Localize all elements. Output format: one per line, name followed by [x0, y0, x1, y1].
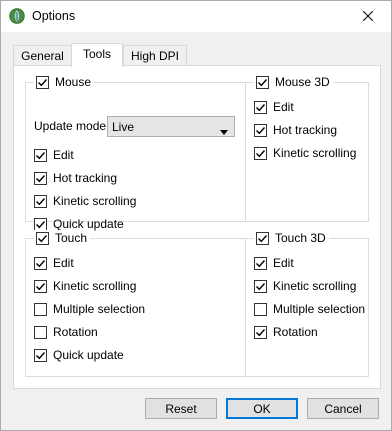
touch-multiple-selection-checkbox[interactable] [34, 302, 47, 316]
touch-3d-multiple-selection-checkbox[interactable] [254, 302, 267, 316]
touch-multiple-selection-option[interactable]: Multiple selection [34, 301, 145, 317]
tab-general-label: General [21, 49, 64, 63]
touch-3d-label: Touch 3D [275, 231, 326, 245]
mouse-quick-update-label: Quick update [53, 217, 124, 231]
mouse-checkbox[interactable] [36, 75, 49, 89]
mouse-hot-tracking-checkbox[interactable] [34, 171, 47, 185]
mouse-3d-checkbox[interactable] [256, 75, 269, 89]
touch-kinetic-scrolling-label: Kinetic scrolling [53, 279, 137, 293]
touch-quick-update-option[interactable]: Quick update [34, 347, 124, 363]
mouse-group: Mouse Update mode: Live Edit Hot trackin… [25, 74, 246, 231]
mouse-3d-group: Mouse 3D Edit Hot tracking Kinetic scrol… [245, 74, 369, 222]
touch-3d-edit-label: Edit [273, 256, 294, 270]
mouse-edit-label: Edit [53, 148, 74, 162]
touch-group: Touch Edit Kinetic scrolling Multiple se… [25, 230, 246, 377]
close-button[interactable] [345, 1, 391, 32]
touch-multiple-selection-label: Multiple selection [53, 302, 146, 316]
mouse-3d-edit-label: Edit [273, 100, 294, 114]
touch-checkbox[interactable] [36, 231, 49, 245]
touch-quick-update-checkbox[interactable] [34, 348, 47, 362]
cancel-button[interactable]: Cancel [307, 398, 379, 419]
tab-high-dpi-label: High DPI [130, 49, 180, 63]
mouse-3d-kinetic-scrolling-option[interactable]: Kinetic scrolling [254, 145, 356, 161]
touch-3d-rotation-option[interactable]: Rotation [254, 324, 318, 340]
tab-tools[interactable]: Tools [71, 43, 123, 67]
title-bar[interactable]: Options [1, 1, 391, 32]
mouse-hot-tracking-label: Hot tracking [53, 171, 118, 185]
touch-edit-label: Edit [53, 256, 74, 270]
touch-3d-multiple-selection-label: Multiple selection [273, 302, 366, 316]
mouse-group-toggle[interactable]: Mouse [34, 74, 95, 90]
mouse-kinetic-scrolling-label: Kinetic scrolling [53, 194, 137, 208]
touch-3d-group-toggle[interactable]: Touch 3D [254, 230, 329, 246]
mouse-hot-tracking-option[interactable]: Hot tracking [34, 170, 117, 186]
update-mode-value: Live [112, 119, 135, 134]
app-icon [9, 8, 25, 24]
window-title: Options [32, 9, 76, 23]
mouse-quick-update-checkbox[interactable] [34, 217, 47, 231]
mouse-3d-label: Mouse 3D [275, 75, 330, 89]
reset-button[interactable]: Reset [145, 398, 217, 419]
tab-tools-label: Tools [82, 47, 111, 61]
update-mode-select[interactable]: Live [107, 116, 235, 137]
ok-button-label: OK [253, 401, 271, 416]
close-icon [362, 10, 374, 24]
mouse-3d-hot-tracking-checkbox[interactable] [254, 123, 267, 137]
options-window: Options General Tools High DPI Mouse Upd… [0, 0, 392, 431]
touch-label: Touch [55, 231, 88, 245]
touch-3d-edit-checkbox[interactable] [254, 256, 267, 270]
touch-group-toggle[interactable]: Touch [34, 230, 91, 246]
mouse-3d-edit-option[interactable]: Edit [254, 99, 294, 115]
touch-3d-checkbox[interactable] [256, 231, 269, 245]
mouse-3d-edit-checkbox[interactable] [254, 100, 267, 114]
touch-rotation-label: Rotation [53, 325, 98, 339]
touch-kinetic-scrolling-checkbox[interactable] [34, 279, 47, 293]
touch-3d-rotation-label: Rotation [273, 325, 318, 339]
touch-3d-group: Touch 3D Edit Kinetic scrolling Multiple… [245, 230, 369, 377]
touch-edit-option[interactable]: Edit [34, 255, 74, 271]
mouse-kinetic-scrolling-option[interactable]: Kinetic scrolling [34, 193, 136, 209]
tab-general[interactable]: General [13, 45, 72, 66]
mouse-edit-checkbox[interactable] [34, 148, 47, 162]
mouse-3d-hot-tracking-option[interactable]: Hot tracking [254, 122, 337, 138]
mouse-3d-kinetic-scrolling-label: Kinetic scrolling [273, 146, 357, 160]
ok-button[interactable]: OK [226, 398, 298, 419]
touch-edit-checkbox[interactable] [34, 256, 47, 270]
touch-quick-update-label: Quick update [53, 348, 124, 362]
touch-3d-kinetic-scrolling-checkbox[interactable] [254, 279, 267, 293]
touch-rotation-checkbox[interactable] [34, 325, 47, 339]
touch-3d-kinetic-scrolling-option[interactable]: Kinetic scrolling [254, 278, 356, 294]
touch-3d-rotation-checkbox[interactable] [254, 325, 267, 339]
mouse-edit-option[interactable]: Edit [34, 147, 74, 163]
touch-3d-edit-option[interactable]: Edit [254, 255, 294, 271]
mouse-3d-kinetic-scrolling-checkbox[interactable] [254, 146, 267, 160]
mouse-3d-group-toggle[interactable]: Mouse 3D [254, 74, 333, 90]
mouse-3d-hot-tracking-label: Hot tracking [273, 123, 338, 137]
tools-panel: Mouse Update mode: Live Edit Hot trackin… [13, 65, 381, 389]
touch-3d-kinetic-scrolling-label: Kinetic scrolling [273, 279, 357, 293]
touch-rotation-option[interactable]: Rotation [34, 324, 98, 340]
touch-kinetic-scrolling-option[interactable]: Kinetic scrolling [34, 278, 136, 294]
chevron-down-icon [220, 124, 228, 138]
update-mode-label: Update mode: [34, 119, 110, 133]
reset-button-label: Reset [165, 401, 197, 416]
cancel-button-label: Cancel [324, 401, 362, 416]
touch-3d-multiple-selection-option[interactable]: Multiple selection [254, 301, 365, 317]
mouse-kinetic-scrolling-checkbox[interactable] [34, 194, 47, 208]
tab-high-dpi[interactable]: High DPI [123, 45, 187, 66]
mouse-label: Mouse [55, 75, 92, 89]
